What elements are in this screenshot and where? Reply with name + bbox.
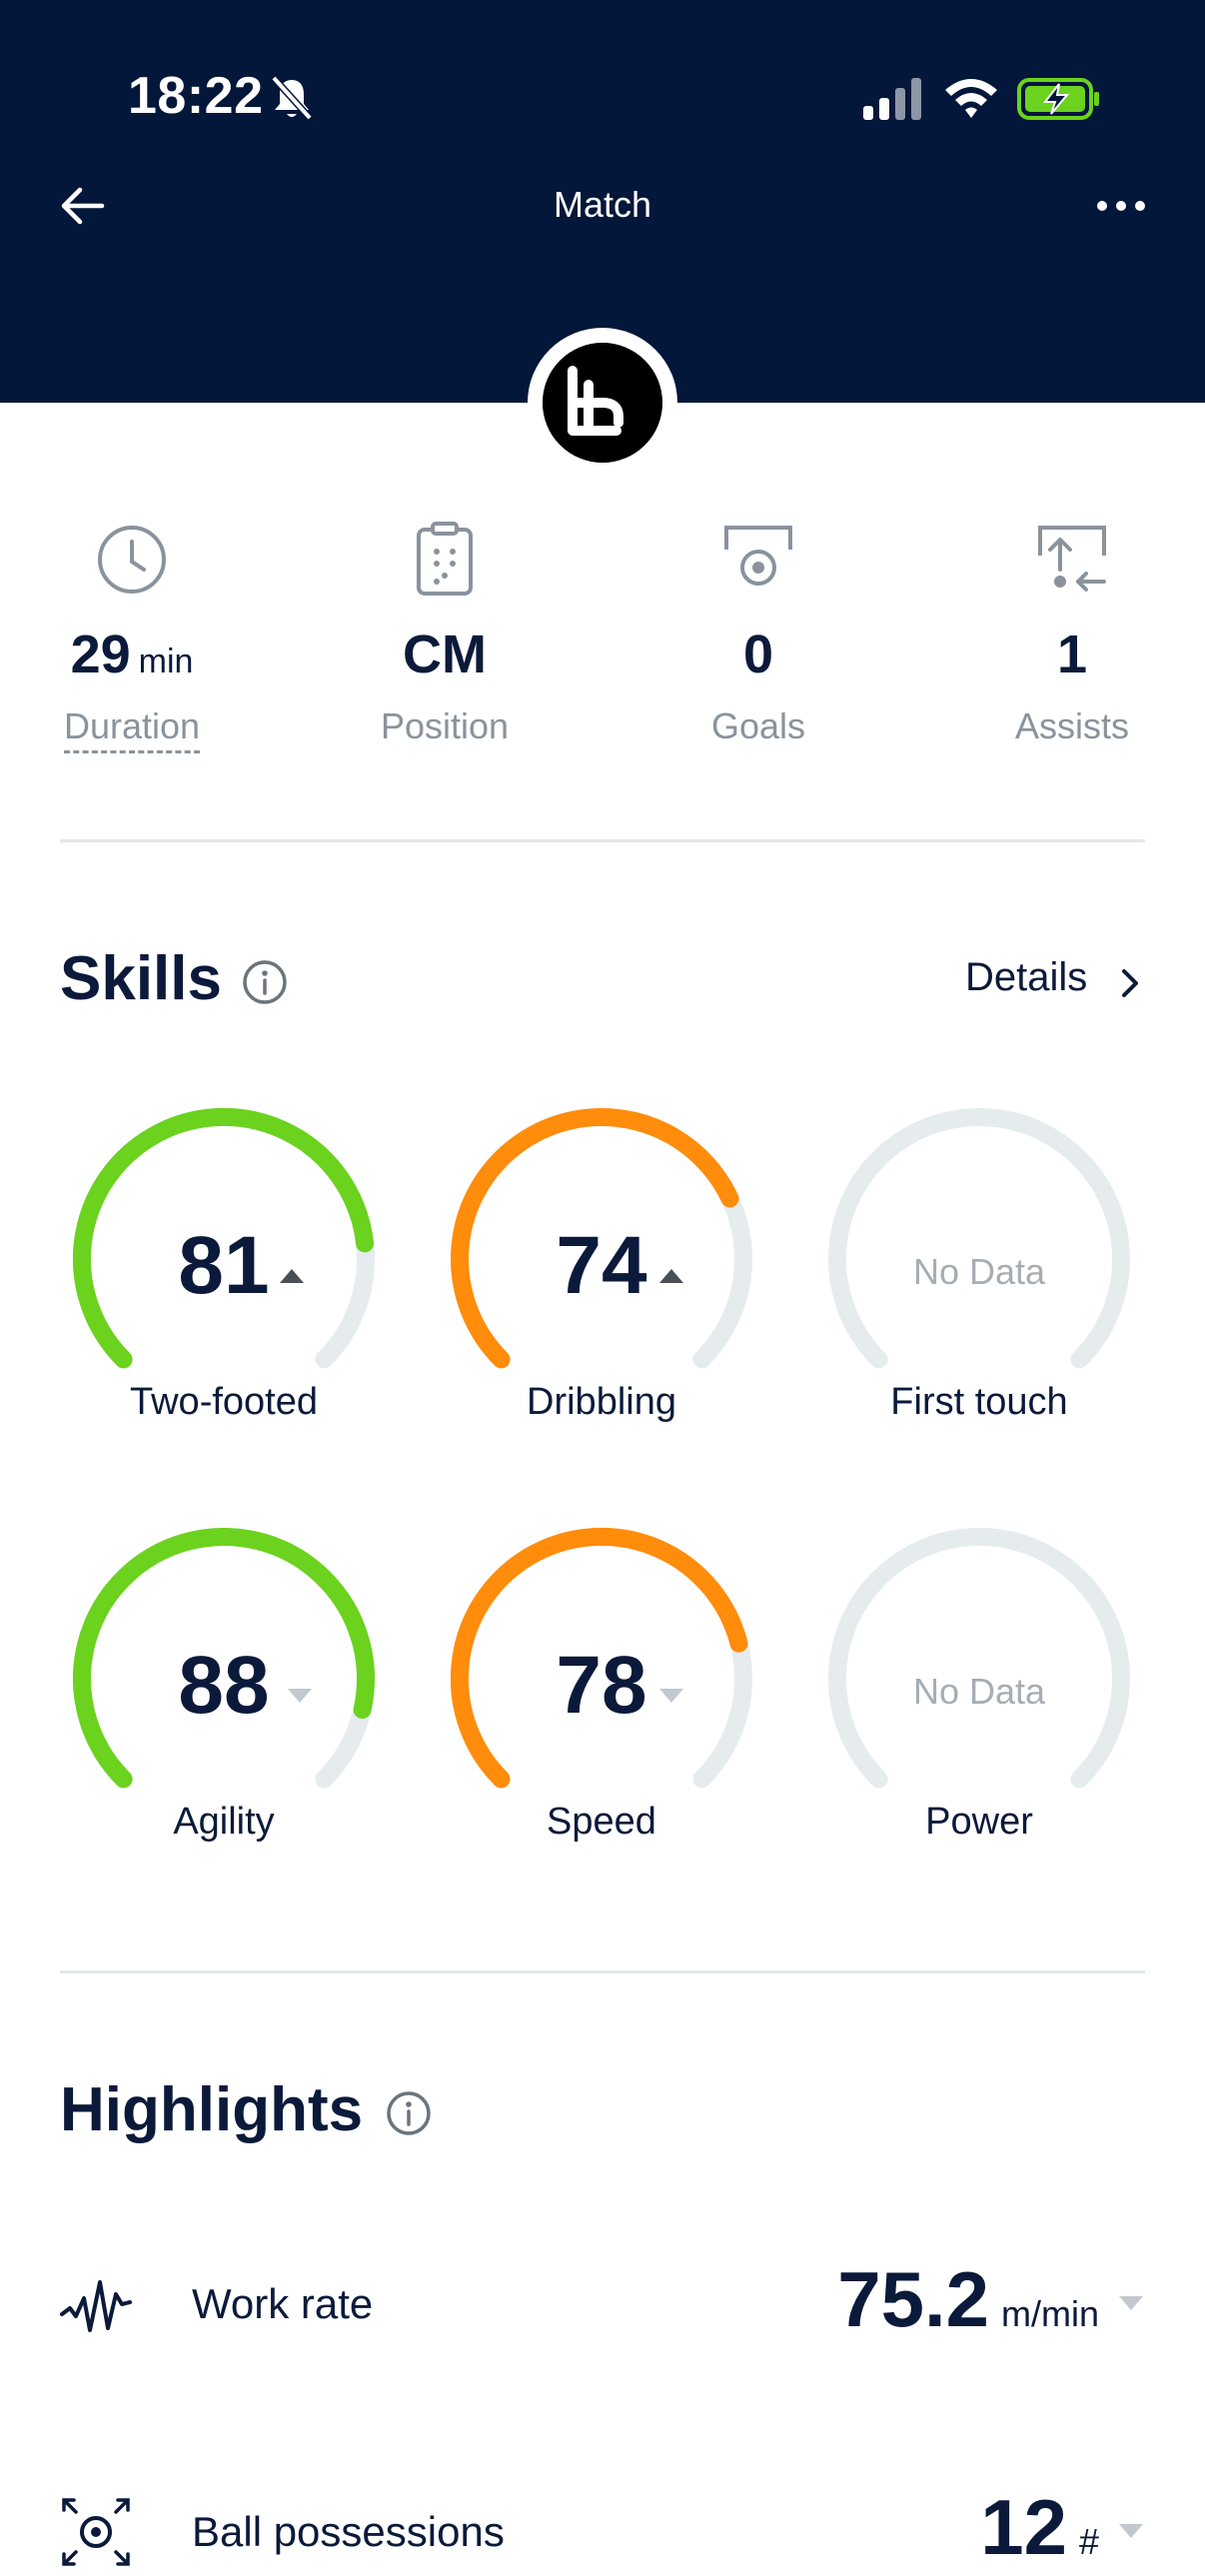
skill-gauge[interactable]: No Data First touch [819,1099,1159,1439]
ball-possession-icon [62,2498,130,2566]
stat-goals: 0 Goals [608,520,908,747]
cellular-signal-icon [863,78,921,120]
skill-value: 78 [556,1640,647,1731]
clipboard-icon [417,522,473,596]
details-link[interactable]: Details [965,955,1087,1000]
page-title: Match [553,184,652,225]
highlights-title: Highlights [60,2075,364,2144]
skill-label: Speed [547,1801,656,1843]
skill-gauge[interactable]: 81 Two-footed [64,1099,404,1439]
work-rate-icon [60,2280,132,2332]
highlight-work-rate[interactable]: Work rate 75.2 m/min [60,2254,1145,2354]
trend-down-icon [1119,2524,1143,2538]
skill-gauge[interactable]: 78 Speed [442,1519,781,1859]
trend-up-icon [659,1269,683,1283]
highlights-info-icon[interactable] [386,2090,432,2136]
stat-value: 0 [742,625,774,684]
skill-gauge[interactable]: 74 Dribbling [442,1099,781,1439]
battery-charging-icon [1017,78,1099,120]
no-data-text: No Data [912,1671,1046,1712]
trend-down-icon [288,1689,312,1703]
stat-label: Duration [63,705,201,753]
stat-value: 29 min [70,625,194,684]
chevron-right-icon[interactable] [1117,965,1143,1001]
skill-value: 74 [556,1220,647,1311]
skill-gauge[interactable]: 88 Agility [64,1519,404,1859]
trend-down-icon [1119,2296,1143,2310]
highlight-value: 75.2 m/min [837,2255,1099,2343]
stat-label: Goals [710,705,806,746]
skill-label: First touch [890,1381,1068,1423]
assist-icon [1038,526,1106,592]
highlight-ball-possessions[interactable]: Ball possessions 12 # [60,2482,1145,2576]
skill-gauge[interactable]: No Data Power [819,1519,1159,1859]
more-options-icon[interactable] [1095,196,1147,216]
highlight-label: Work rate [192,2280,374,2327]
skill-value: 88 [178,1640,270,1731]
section-divider [60,1970,1145,1973]
wifi-icon [945,79,997,118]
stat-label: Assists [1014,705,1129,746]
skills-info-icon[interactable] [242,959,288,1005]
status-time: 18:22 [128,67,264,125]
trend-up-icon [280,1269,304,1283]
trend-down-icon [659,1689,683,1703]
stat-duration[interactable]: 29 min Duration [0,520,282,753]
stat-value: 1 [1056,625,1088,684]
stat-value: CM [403,625,487,684]
skill-label: Agility [173,1801,275,1843]
stat-position: CM Position [295,520,595,747]
no-data-text: No Data [912,1251,1046,1292]
highlight-label: Ball possessions [192,2508,505,2555]
section-divider [60,839,1145,842]
goal-icon [724,526,792,586]
stat-label: Position [380,705,510,746]
skill-label: Two-footed [130,1381,318,1423]
skill-label: Dribbling [527,1381,676,1423]
skill-value: 81 [178,1220,270,1311]
highlight-value: 12 # [980,2483,1099,2571]
clock-icon [98,526,166,594]
skill-label: Power [925,1801,1033,1843]
stat-assists: 1 Assists [922,520,1205,747]
skills-title: Skills [60,944,222,1013]
brand-logo [543,343,662,463]
silent-bell-icon [271,75,313,121]
